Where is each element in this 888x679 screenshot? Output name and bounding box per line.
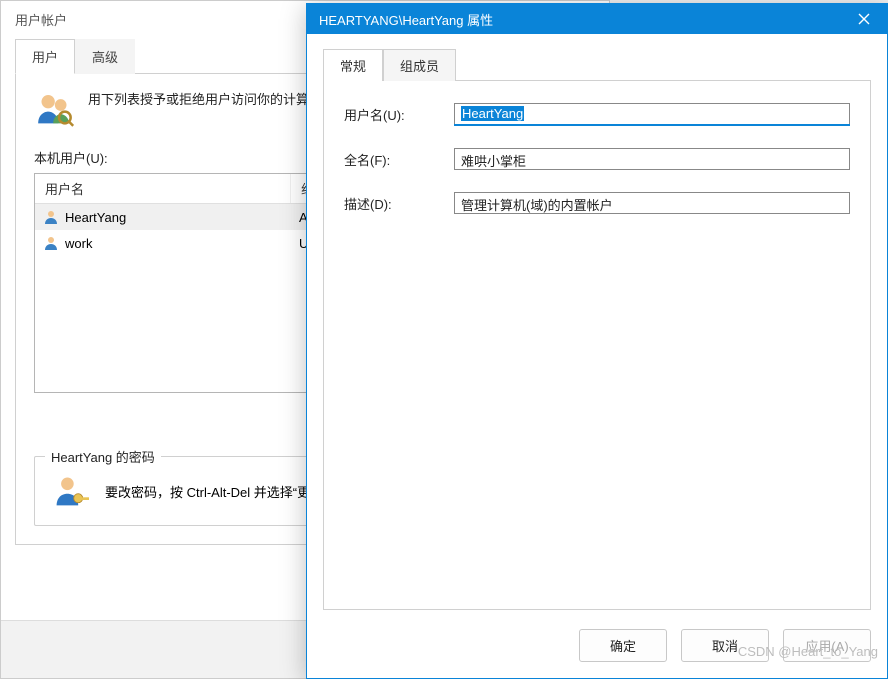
- front-body: 常规 组成员 用户名(U): HeartYang 全名(F): 难哄小掌柜 描述…: [307, 34, 887, 617]
- ok-button[interactable]: 确定: [579, 629, 667, 662]
- username-label: 用户名(U):: [344, 105, 454, 124]
- field-username: 用户名(U): HeartYang: [344, 103, 850, 126]
- list-item-name: work: [65, 236, 92, 251]
- tab-pane-general: 用户名(U): HeartYang 全名(F): 难哄小掌柜 描述(D): 管理…: [323, 80, 871, 610]
- user-icon: [43, 209, 59, 225]
- list-item-name: HeartYang: [65, 210, 126, 225]
- col-username[interactable]: 用户名: [35, 174, 291, 203]
- apply-button[interactable]: 应用(A): [783, 629, 871, 662]
- field-description: 描述(D): 管理计算机(域)的内置帐户: [344, 192, 850, 214]
- description-label: 描述(D):: [344, 194, 454, 213]
- user-icon: [43, 235, 59, 251]
- properties-dialog: HEARTYANG\HeartYang 属性 常规 组成员 用户名(U): He…: [306, 3, 888, 679]
- front-tabbar: 常规 组成员: [323, 48, 871, 80]
- titlebar-text: HEARTYANG\HeartYang 属性: [319, 10, 493, 29]
- tab-general[interactable]: 常规: [323, 49, 383, 81]
- password-group-title: HeartYang 的密码: [45, 447, 161, 466]
- tab-members[interactable]: 组成员: [383, 49, 456, 81]
- tab-users[interactable]: 用户: [15, 39, 75, 74]
- key-user-icon: [53, 473, 89, 509]
- close-button[interactable]: [841, 4, 887, 34]
- cancel-button[interactable]: 取消: [681, 629, 769, 662]
- focus-underline: [454, 124, 850, 126]
- users-group-icon: [34, 90, 74, 130]
- front-footer: 确定 取消 应用(A): [307, 617, 887, 678]
- tab-advanced[interactable]: 高级: [75, 39, 135, 74]
- field-fullname: 全名(F): 难哄小掌柜: [344, 148, 850, 170]
- description-input[interactable]: 管理计算机(域)的内置帐户: [454, 192, 850, 214]
- username-input[interactable]: HeartYang: [454, 103, 850, 125]
- fullname-label: 全名(F):: [344, 150, 454, 169]
- fullname-input[interactable]: 难哄小掌柜: [454, 148, 850, 170]
- titlebar[interactable]: HEARTYANG\HeartYang 属性: [307, 4, 887, 34]
- close-icon: [858, 13, 870, 25]
